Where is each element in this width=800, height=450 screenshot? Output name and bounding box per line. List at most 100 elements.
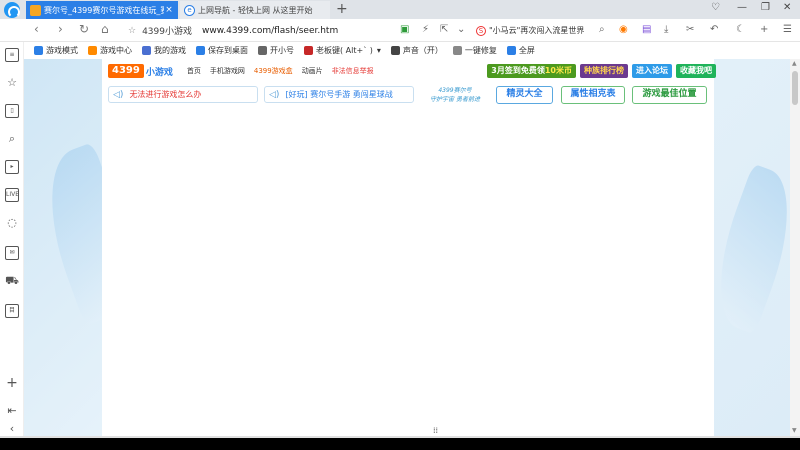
bookmark-star-icon[interactable]: ☆ <box>128 26 136 36</box>
nav-cartoon[interactable]: 动画片 <box>302 66 323 76</box>
screen-bottom-edge <box>0 438 800 450</box>
bookmark-alt-account[interactable]: 开小号 <box>258 45 294 56</box>
bookmark-fullscreen[interactable]: 全屏 <box>506 45 535 56</box>
site-logo-sub[interactable]: 小游戏 <box>146 65 173 78</box>
site-logo[interactable]: 4399 <box>108 64 144 78</box>
security-icon[interactable]: ▣ <box>400 24 409 35</box>
help-notice-text: 无法进行游戏怎么办 <box>129 90 202 99</box>
extension-icon[interactable]: ▤ <box>642 24 651 35</box>
4399-favicon-icon <box>30 4 41 16</box>
news-text: "小马云"再次闯入流星世界 <box>489 26 585 35</box>
elf-encyclopedia-button[interactable]: 精灵大全 <box>496 86 553 104</box>
dropdown-icon[interactable]: ⌄ <box>457 24 465 35</box>
tab-navigation[interactable]: e 上网导航 - 轻快上网 从这里开始 <box>180 1 330 19</box>
nav-game-box[interactable]: 4399游戏盒 <box>254 66 293 76</box>
type-chart-button[interactable]: 属性相克表 <box>561 86 625 104</box>
scroll-down-icon[interactable]: ▼ <box>792 427 797 434</box>
collapse-arrow-icon[interactable]: ‹ <box>5 422 19 436</box>
browser-favicon-icon: e <box>184 4 195 16</box>
forward-button[interactable]: › <box>58 22 63 36</box>
night-mode-icon[interactable]: ☾ <box>736 24 745 35</box>
bookmark-label: 保存到桌面 <box>208 46 248 55</box>
scissors-icon[interactable]: ✂ <box>686 24 694 35</box>
undo-icon[interactable]: ↶ <box>710 24 718 35</box>
bookmark-repair[interactable]: 一键修复 <box>452 45 497 56</box>
book-icon[interactable]: ▯ <box>5 104 19 118</box>
restore-button[interactable]: ❐ <box>761 2 770 13</box>
scroll-thumb[interactable] <box>792 71 798 105</box>
url-text[interactable]: www.4399.com/flash/seer.htm <box>202 26 338 36</box>
game-icon[interactable]: ◉ <box>619 24 628 35</box>
new-tab-button[interactable]: + <box>336 1 348 17</box>
download-icon[interactable]: ⤓ <box>664 24 668 35</box>
resize-grip[interactable]: ⁞⁞ <box>433 426 443 438</box>
search-engine-icon[interactable]: S <box>476 25 486 36</box>
scroll-up-icon[interactable]: ▲ <box>792 60 797 67</box>
bookmark-label: 老板键( Alt+` ) <box>316 46 373 55</box>
tab-title: 赛尔号_4399赛尔号游戏在线玩_赛尔 <box>44 5 164 15</box>
bookmark-sound[interactable]: 声音（开） <box>390 45 443 56</box>
browser-window: 赛尔号_4399赛尔号游戏在线玩_赛尔 × e 上网导航 - 轻快上网 从这里开… <box>0 0 800 438</box>
browser-logo-icon[interactable] <box>4 2 20 18</box>
tab-strip: 赛尔号_4399赛尔号游戏在线玩_赛尔 × e 上网导航 - 轻快上网 从这里开… <box>0 0 800 19</box>
sidebar-add-icon[interactable]: + <box>5 376 19 390</box>
page-content: 4399 小游戏 首页 手机游戏网 4399游戏盒 动画片 非法信息举报 3月签… <box>24 59 790 438</box>
minimize-button[interactable]: — <box>737 2 747 13</box>
nav-mobile-games[interactable]: 手机游戏网 <box>210 66 245 76</box>
dropdown-arrow-icon[interactable]: ▾ <box>377 46 381 55</box>
bookmark-label: 我的游戏 <box>154 46 186 55</box>
flash-icon[interactable]: ⚡ <box>422 24 429 35</box>
best-position-button[interactable]: 游戏最佳位置 <box>632 86 707 104</box>
skin-icon[interactable]: ♡ <box>711 2 720 13</box>
signin-promo-banner[interactable]: 3月签到免费领10米币 <box>487 64 576 78</box>
forum-button[interactable]: 进入论坛 <box>632 64 672 78</box>
home-button[interactable]: ⌂ <box>101 22 109 36</box>
chat-icon[interactable]: ◌ <box>5 216 19 230</box>
share-icon[interactable]: ⇱ <box>440 24 448 35</box>
close-tab-icon[interactable]: × <box>164 5 174 15</box>
bookmark-label: 声音（开） <box>402 46 443 55</box>
tab-title: 上网导航 - 轻快上网 从这里开始 <box>198 5 313 15</box>
close-window-button[interactable]: ✕ <box>783 2 791 13</box>
bookmark-save-desktop[interactable]: 保存到桌面 <box>196 45 248 56</box>
bookmark-boss-key[interactable]: 老板键( Alt+` ) ▾ <box>304 45 381 56</box>
menu-icon[interactable]: ☰ <box>783 24 792 35</box>
address-bar[interactable]: ☆ 4399小游戏 www.4399.com/flash/seer.htm <box>128 22 465 39</box>
bookmark-game-mode[interactable]: 游戏模式 <box>34 45 78 56</box>
promo-notice[interactable]: ◁) [好玩] 赛尔号手游 勇闯星球战 <box>264 86 414 103</box>
sidebar-search-icon[interactable]: ⌕ <box>5 132 19 146</box>
boss-key-icon <box>304 46 313 55</box>
vertical-scrollbar[interactable]: ▲ ▼ <box>790 59 800 438</box>
slogan-line: 4399赛尔号 <box>438 87 472 94</box>
wrench-icon <box>452 46 462 55</box>
site-label: 4399小游戏 <box>142 27 192 37</box>
add-icon[interactable]: + <box>760 24 768 35</box>
bookmark-my-games[interactable]: 我的游戏 <box>142 45 186 56</box>
mail-icon[interactable]: ✉ <box>5 246 19 260</box>
search-icon[interactable]: ⌕ <box>599 24 605 35</box>
rank-banner[interactable]: 种族排行榜 <box>580 64 628 78</box>
navigation-bar: ‹ › ↻ ⌂ ☆ 4399小游戏 www.4399.com/flash/see… <box>0 19 800 42</box>
signin-highlight: 10米币 <box>544 66 572 75</box>
cart-icon[interactable]: ⛟ <box>5 274 19 288</box>
back-button[interactable]: ‹ <box>34 22 39 36</box>
video-icon[interactable]: ▸ <box>5 160 19 174</box>
reload-button[interactable]: ↻ <box>79 22 89 36</box>
help-notice[interactable]: ◁) 无法进行游戏怎么办 <box>108 86 258 103</box>
game-frame[interactable] <box>102 59 714 438</box>
notes-icon[interactable]: 目 <box>5 304 19 318</box>
tab-seer[interactable]: 赛尔号_4399赛尔号游戏在线玩_赛尔 × <box>26 1 178 19</box>
bookmark-game-center[interactable]: 游戏中心 <box>88 45 132 56</box>
game-mode-icon <box>34 46 43 55</box>
live-icon[interactable]: LIVE <box>5 188 19 202</box>
nav-home[interactable]: 首页 <box>187 66 201 76</box>
news-ticker[interactable]: S "小马云"再次闯入流星世界 <box>476 23 611 38</box>
collapse-sidebar-icon[interactable]: ⇤ <box>5 404 19 418</box>
left-sidebar: ≡ ☆ ▯ ⌕ ▸ LIVE ◌ ✉ ⛟ 目 + ⇤ ‹ <box>0 42 24 438</box>
favorites-icon[interactable]: ☆ <box>5 76 19 90</box>
collect-button[interactable]: 收藏我吧 <box>676 64 716 78</box>
bookmark-label: 一键修复 <box>464 46 497 55</box>
user-icon <box>142 46 151 55</box>
reader-icon[interactable]: ≡ <box>5 48 19 62</box>
nav-report[interactable]: 非法信息举报 <box>332 66 374 76</box>
